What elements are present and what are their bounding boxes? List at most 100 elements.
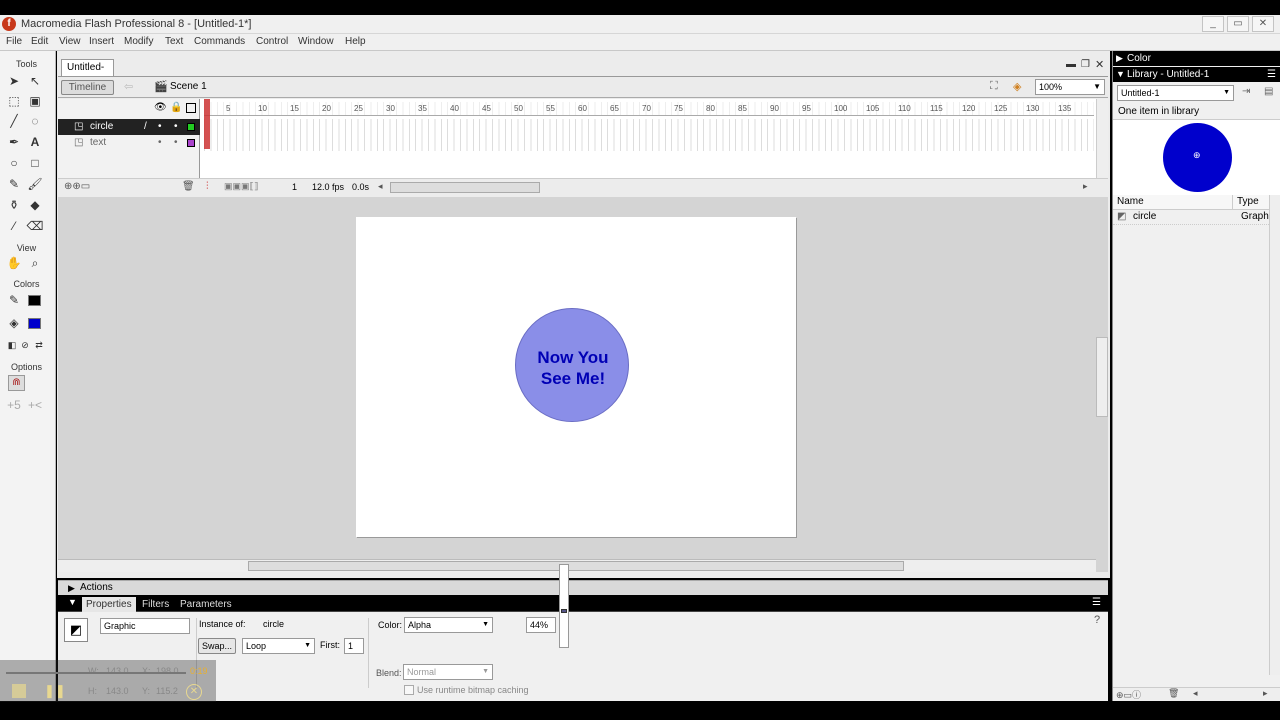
eraser-tool-icon[interactable]: ⌫ (26, 218, 44, 235)
library-panel-header[interactable]: Library - Untitled-1 (1113, 67, 1280, 82)
stage-hscroll-thumb[interactable] (248, 561, 904, 571)
tab-parameters[interactable]: Parameters (176, 597, 236, 612)
menu-help[interactable]: Help (345, 36, 366, 47)
stroke-color-swatch[interactable] (28, 295, 41, 306)
alpha-slider-thumb[interactable] (561, 609, 567, 613)
rectangle-tool-icon[interactable]: □ (26, 155, 44, 172)
back-arrow-icon[interactable]: ⇦ (124, 80, 133, 93)
frame-grid[interactable]: 5 10 15 20 25 30 35 40 45 50 55 60 65 70 75 80 85 90 95 100… (204, 99, 1094, 179)
new-library-panel-icon[interactable]: ▤ (1264, 86, 1273, 97)
layer-row-text[interactable]: ◳ text • • (58, 135, 200, 151)
outline-icon[interactable] (186, 103, 196, 113)
document-tab[interactable]: Untitled-1* (61, 59, 114, 89)
snap-to-objects-icon[interactable]: ⋒ (8, 375, 25, 391)
panel-menu-icon[interactable]: ☰ (1267, 67, 1276, 82)
free-transform-tool-icon[interactable]: ⬚ (5, 93, 23, 110)
menu-control[interactable]: Control (256, 36, 288, 47)
scroll-left-icon[interactable]: ◂ (1193, 688, 1198, 699)
stage[interactable]: Now You See Me! (356, 217, 796, 537)
brush-tool-icon[interactable]: 🖌 (26, 176, 44, 193)
scroll-left-icon[interactable]: ◂ (378, 181, 383, 192)
onion-skin-icon[interactable]: ▣▣▣⟦⟧ (224, 181, 258, 192)
lock-icon[interactable]: 🔒 (170, 102, 182, 113)
progress-track[interactable] (6, 672, 186, 674)
visibility-dot[interactable]: • (158, 119, 162, 135)
symbol-type-select[interactable]: Graphic (100, 618, 190, 634)
delete-icon[interactable]: 🗑 (1168, 688, 1179, 699)
blend-select[interactable]: Normal ▼ (403, 664, 493, 680)
lock-dot[interactable]: • (174, 119, 178, 135)
tab-properties[interactable]: Properties (82, 597, 136, 612)
doc-restore-icon[interactable]: ❐ (1081, 59, 1090, 70)
edit-scene-icon[interactable]: ⛶ (990, 80, 998, 93)
pause-icon[interactable]: ❚❚ (44, 684, 66, 698)
stage-vscroll[interactable] (1096, 337, 1108, 417)
straighten-icon[interactable]: +< (26, 397, 44, 414)
panel-menu-icon[interactable]: ☰ (1092, 597, 1101, 608)
menu-edit[interactable]: Edit (31, 36, 48, 47)
tab-filters[interactable]: Filters (138, 597, 173, 612)
color-effect-select[interactable]: Alpha ▼ (404, 617, 493, 633)
close-player-icon[interactable]: ✕ (186, 684, 202, 700)
layer-row-circle[interactable]: ◳ circle / • • (58, 119, 200, 135)
pencil-tool-icon[interactable]: ✎ (5, 176, 23, 193)
text-tool-icon[interactable]: A (26, 134, 44, 151)
line-tool-icon[interactable]: ╱ (5, 113, 23, 130)
paint-bucket-tool-icon[interactable]: ◆ (26, 197, 44, 214)
pen-tool-icon[interactable]: ✒ (5, 134, 23, 151)
timeline-vscroll[interactable] (1096, 99, 1108, 179)
subselect-tool-icon[interactable]: ↖ (26, 73, 44, 90)
fill-transform-tool-icon[interactable]: ▣ (26, 93, 44, 110)
lock-dot[interactable]: • (174, 135, 178, 151)
new-symbol-icon[interactable]: ⊕▭ⓘ (1116, 688, 1141, 701)
swap-colors-icon[interactable]: ⇄ (30, 337, 48, 354)
edit-symbols-icon[interactable]: ◈ (1013, 80, 1021, 93)
actions-panel-bar[interactable]: ▶ Actions (58, 580, 1108, 595)
pin-library-icon[interactable]: ⇥ (1242, 86, 1250, 97)
fill-color-swatch[interactable] (28, 318, 41, 329)
circle-symbol[interactable]: Now You See Me! (515, 308, 629, 422)
close-icon[interactable]: ✕ (1252, 16, 1274, 32)
alpha-slider[interactable] (559, 564, 569, 648)
ink-bottle-tool-icon[interactable]: ⚱ (5, 197, 23, 214)
doc-close-icon[interactable]: ✕ (1095, 58, 1104, 71)
column-name[interactable]: Name (1117, 196, 1144, 207)
library-document-select[interactable]: Untitled-1 ▼ (1117, 85, 1234, 101)
minimize-icon[interactable]: _ (1202, 16, 1224, 32)
menu-commands[interactable]: Commands (194, 36, 245, 47)
delete-layer-icon[interactable]: 🗑 (182, 181, 195, 192)
stage-text[interactable]: Now You See Me! (516, 347, 630, 389)
library-vscroll[interactable] (1269, 195, 1280, 675)
lasso-tool-icon[interactable]: ◌ (26, 113, 44, 130)
stop-icon[interactable] (12, 684, 26, 698)
loop-select[interactable]: Loop ▼ (242, 638, 315, 654)
menu-view[interactable]: View (59, 36, 81, 47)
menu-window[interactable]: Window (298, 36, 334, 47)
arrow-tool-icon[interactable]: ➤ (5, 73, 23, 90)
eyedropper-tool-icon[interactable]: ⁄ (5, 218, 23, 235)
color-panel-header[interactable]: Color (1113, 51, 1280, 66)
collapse-arrow-icon[interactable]: ▼ (68, 597, 77, 607)
visibility-dot[interactable]: • (158, 135, 162, 151)
help-icon[interactable]: ? (1094, 614, 1100, 626)
bitmap-caching-checkbox[interactable] (404, 685, 414, 695)
menu-modify[interactable]: Modify (124, 36, 153, 47)
swap-button[interactable]: Swap... (198, 638, 236, 654)
zoom-select[interactable]: 100% ▼ (1035, 79, 1105, 95)
playhead[interactable] (204, 99, 210, 149)
smooth-icon[interactable]: +5 (5, 397, 23, 414)
layer-color-swatch[interactable] (187, 139, 195, 147)
library-item-row[interactable]: ◩ circle Graph (1113, 210, 1269, 225)
first-frame-input[interactable]: 1 (344, 638, 364, 654)
scroll-right-icon[interactable]: ▸ (1263, 688, 1268, 699)
doc-minimize-icon[interactable]: ▬ (1066, 59, 1076, 70)
menu-insert[interactable]: Insert (89, 36, 114, 47)
center-frame-icon[interactable]: ⫶ (206, 181, 209, 192)
scroll-right-icon[interactable]: ▸ (1083, 181, 1088, 192)
hand-tool-icon[interactable]: ✋ (5, 255, 23, 272)
menu-text[interactable]: Text (165, 36, 183, 47)
insert-layer-icon[interactable]: ⊕⊕▭ (64, 181, 90, 192)
oval-tool-icon[interactable]: ○ (5, 155, 23, 172)
stage-hscroll[interactable] (58, 559, 1096, 572)
zoom-tool-icon[interactable]: ⌕ (26, 255, 44, 272)
